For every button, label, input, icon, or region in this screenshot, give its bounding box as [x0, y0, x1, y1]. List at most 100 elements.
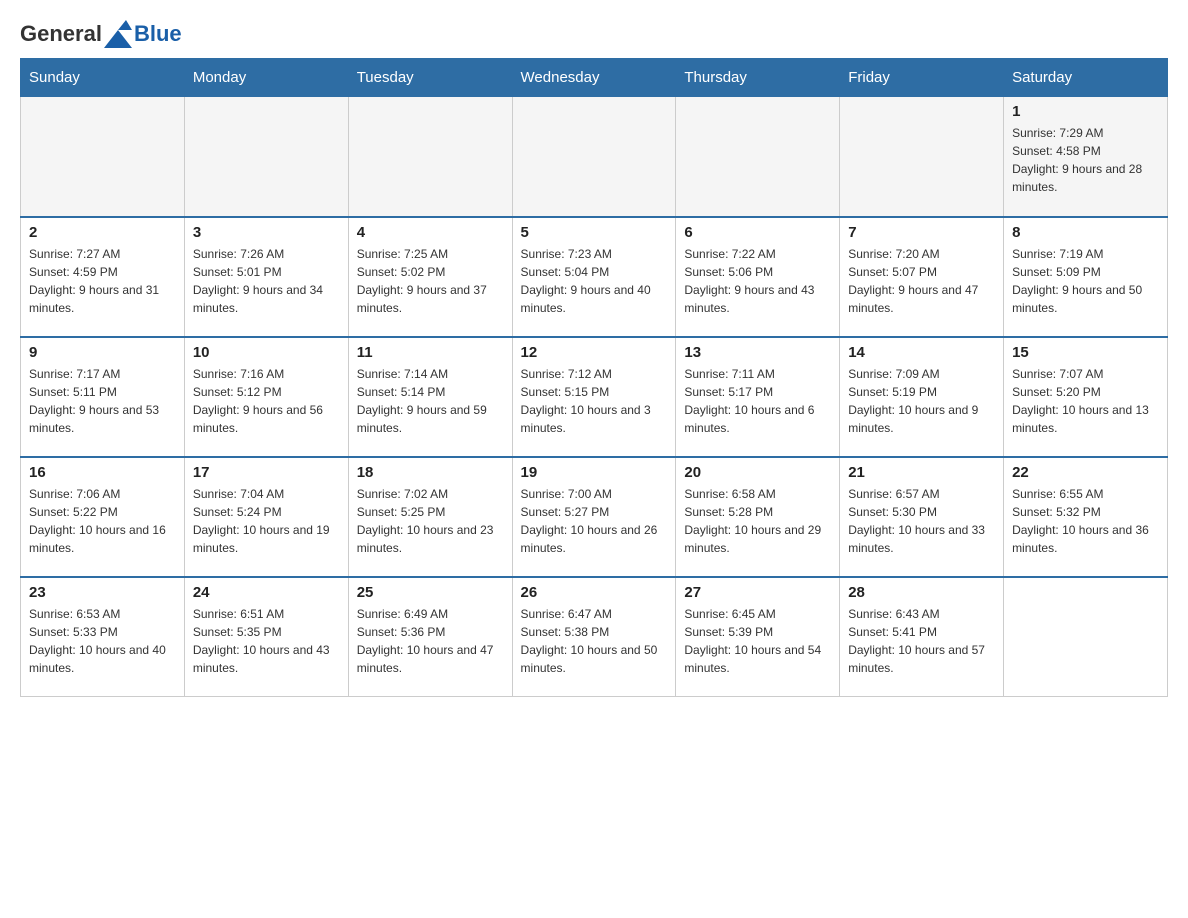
day-number: 1: [1012, 103, 1159, 120]
calendar-cell: 18 Sunrise: 7:02 AMSunset: 5:25 PMDayligh…: [348, 457, 512, 577]
day-number: 26: [521, 584, 668, 601]
day-info: Sunrise: 6:58 AMSunset: 5:28 PMDaylight:…: [684, 485, 831, 557]
weekday-header-tuesday: Tuesday: [348, 59, 512, 97]
day-info: Sunrise: 7:29 AMSunset: 4:58 PMDaylight:…: [1012, 124, 1159, 196]
calendar-week-row: 1 Sunrise: 7:29 AMSunset: 4:58 PMDaylight…: [21, 97, 1168, 217]
day-number: 27: [684, 584, 831, 601]
day-info: Sunrise: 6:57 AMSunset: 5:30 PMDaylight:…: [848, 485, 995, 557]
day-number: 2: [29, 224, 176, 241]
calendar-cell: 2 Sunrise: 7:27 AMSunset: 4:59 PMDaylight…: [21, 217, 185, 337]
day-number: 11: [357, 344, 504, 361]
day-number: 28: [848, 584, 995, 601]
calendar-cell: 1 Sunrise: 7:29 AMSunset: 4:58 PMDaylight…: [1004, 97, 1168, 217]
calendar-cell: [184, 97, 348, 217]
calendar-cell: 28 Sunrise: 6:43 AMSunset: 5:41 PMDayligh…: [840, 577, 1004, 697]
logo-blue-text: Blue: [134, 21, 182, 47]
day-number: 15: [1012, 344, 1159, 361]
day-number: 9: [29, 344, 176, 361]
day-info: Sunrise: 7:26 AMSunset: 5:01 PMDaylight:…: [193, 245, 340, 317]
weekday-header-sunday: Sunday: [21, 59, 185, 97]
calendar-cell: [21, 97, 185, 217]
calendar-cell: 3 Sunrise: 7:26 AMSunset: 5:01 PMDaylight…: [184, 217, 348, 337]
calendar-cell: 6 Sunrise: 7:22 AMSunset: 5:06 PMDaylight…: [676, 217, 840, 337]
day-number: 8: [1012, 224, 1159, 241]
day-number: 23: [29, 584, 176, 601]
day-number: 18: [357, 464, 504, 481]
calendar-week-row: 9 Sunrise: 7:17 AMSunset: 5:11 PMDaylight…: [21, 337, 1168, 457]
day-info: Sunrise: 6:51 AMSunset: 5:35 PMDaylight:…: [193, 605, 340, 677]
day-number: 5: [521, 224, 668, 241]
calendar-cell: 25Sunrise: 6:49 AMSunset: 5:36 PMDayligh…: [348, 577, 512, 697]
day-number: 7: [848, 224, 995, 241]
day-number: 12: [521, 344, 668, 361]
weekday-header-thursday: Thursday: [676, 59, 840, 97]
day-info: Sunrise: 7:17 AMSunset: 5:11 PMDaylight:…: [29, 365, 176, 437]
day-info: Sunrise: 7:04 AMSunset: 5:24 PMDaylight:…: [193, 485, 340, 557]
calendar-cell: 19 Sunrise: 7:00 AMSunset: 5:27 PMDayligh…: [512, 457, 676, 577]
calendar-cell: 20 Sunrise: 6:58 AMSunset: 5:28 PMDayligh…: [676, 457, 840, 577]
day-number: 13: [684, 344, 831, 361]
calendar-cell: 16 Sunrise: 7:06 AMSunset: 5:22 PMDayligh…: [21, 457, 185, 577]
calendar-cell: 4 Sunrise: 7:25 AMSunset: 5:02 PMDaylight…: [348, 217, 512, 337]
day-number: 16: [29, 464, 176, 481]
calendar-cell: 23 Sunrise: 6:53 AMSunset: 5:33 PMDayligh…: [21, 577, 185, 697]
day-number: 3: [193, 224, 340, 241]
day-info: Sunrise: 7:00 AMSunset: 5:27 PMDaylight:…: [521, 485, 668, 557]
logo-icon: [104, 20, 132, 48]
day-info: Sunrise: 6:43 AMSunset: 5:41 PMDaylight:…: [848, 605, 995, 677]
day-info: Sunrise: 7:06 AMSunset: 5:22 PMDaylight:…: [29, 485, 176, 557]
calendar-cell: 27 Sunrise: 6:45 AMSunset: 5:39 PMDayligh…: [676, 577, 840, 697]
day-info: Sunrise: 7:09 AMSunset: 5:19 PMDaylight:…: [848, 365, 995, 437]
logo: General Blue: [20, 20, 182, 48]
day-info: Sunrise: 7:22 AMSunset: 5:06 PMDaylight:…: [684, 245, 831, 317]
day-number: 4: [357, 224, 504, 241]
calendar-cell: 14Sunrise: 7:09 AMSunset: 5:19 PMDayligh…: [840, 337, 1004, 457]
day-number: 10: [193, 344, 340, 361]
weekday-header-monday: Monday: [184, 59, 348, 97]
day-info: Sunrise: 6:49 AMSunset: 5:36 PMDaylight:…: [357, 605, 504, 677]
weekday-header-wednesday: Wednesday: [512, 59, 676, 97]
day-info: Sunrise: 6:47 AMSunset: 5:38 PMDaylight:…: [521, 605, 668, 677]
day-info: Sunrise: 6:45 AMSunset: 5:39 PMDaylight:…: [684, 605, 831, 677]
calendar-table: SundayMondayTuesdayWednesdayThursdayFrid…: [20, 58, 1168, 697]
calendar-cell: 17 Sunrise: 7:04 AMSunset: 5:24 PMDayligh…: [184, 457, 348, 577]
calendar-cell: [1004, 577, 1168, 697]
calendar-cell: [512, 97, 676, 217]
day-info: Sunrise: 7:27 AMSunset: 4:59 PMDaylight:…: [29, 245, 176, 317]
day-info: Sunrise: 7:14 AMSunset: 5:14 PMDaylight:…: [357, 365, 504, 437]
day-info: Sunrise: 7:25 AMSunset: 5:02 PMDaylight:…: [357, 245, 504, 317]
calendar-header-row: SundayMondayTuesdayWednesdayThursdayFrid…: [21, 59, 1168, 97]
day-info: Sunrise: 6:55 AMSunset: 5:32 PMDaylight:…: [1012, 485, 1159, 557]
day-number: 24: [193, 584, 340, 601]
calendar-cell: [676, 97, 840, 217]
calendar-cell: 26 Sunrise: 6:47 AMSunset: 5:38 PMDayligh…: [512, 577, 676, 697]
calendar-cell: 12 Sunrise: 7:12 AMSunset: 5:15 PMDayligh…: [512, 337, 676, 457]
day-number: 21: [848, 464, 995, 481]
day-info: Sunrise: 7:02 AMSunset: 5:25 PMDaylight:…: [357, 485, 504, 557]
day-number: 20: [684, 464, 831, 481]
calendar-week-row: 16 Sunrise: 7:06 AMSunset: 5:22 PMDayligh…: [21, 457, 1168, 577]
day-info: Sunrise: 7:20 AMSunset: 5:07 PMDaylight:…: [848, 245, 995, 317]
calendar-cell: 24 Sunrise: 6:51 AMSunset: 5:35 PMDayligh…: [184, 577, 348, 697]
weekday-header-friday: Friday: [840, 59, 1004, 97]
calendar-cell: 21 Sunrise: 6:57 AMSunset: 5:30 PMDayligh…: [840, 457, 1004, 577]
calendar-cell: 10 Sunrise: 7:16 AMSunset: 5:12 PMDayligh…: [184, 337, 348, 457]
calendar-cell: 15 Sunrise: 7:07 AMSunset: 5:20 PMDayligh…: [1004, 337, 1168, 457]
day-number: 6: [684, 224, 831, 241]
calendar-cell: 13 Sunrise: 7:11 AMSunset: 5:17 PMDayligh…: [676, 337, 840, 457]
day-number: 19: [521, 464, 668, 481]
logo-general-text: General: [20, 21, 102, 47]
calendar-cell: [348, 97, 512, 217]
day-info: Sunrise: 7:16 AMSunset: 5:12 PMDaylight:…: [193, 365, 340, 437]
day-info: Sunrise: 7:12 AMSunset: 5:15 PMDaylight:…: [521, 365, 668, 437]
day-info: Sunrise: 7:11 AMSunset: 5:17 PMDaylight:…: [684, 365, 831, 437]
day-info: Sunrise: 7:07 AMSunset: 5:20 PMDaylight:…: [1012, 365, 1159, 437]
day-info: Sunrise: 6:53 AMSunset: 5:33 PMDaylight:…: [29, 605, 176, 677]
calendar-week-row: 23 Sunrise: 6:53 AMSunset: 5:33 PMDayligh…: [21, 577, 1168, 697]
calendar-cell: 22Sunrise: 6:55 AMSunset: 5:32 PMDayligh…: [1004, 457, 1168, 577]
calendar-cell: [840, 97, 1004, 217]
calendar-cell: 11 Sunrise: 7:14 AMSunset: 5:14 PMDayligh…: [348, 337, 512, 457]
calendar-cell: 8Sunrise: 7:19 AMSunset: 5:09 PMDaylight…: [1004, 217, 1168, 337]
day-number: 17: [193, 464, 340, 481]
day-info: Sunrise: 7:23 AMSunset: 5:04 PMDaylight:…: [521, 245, 668, 317]
